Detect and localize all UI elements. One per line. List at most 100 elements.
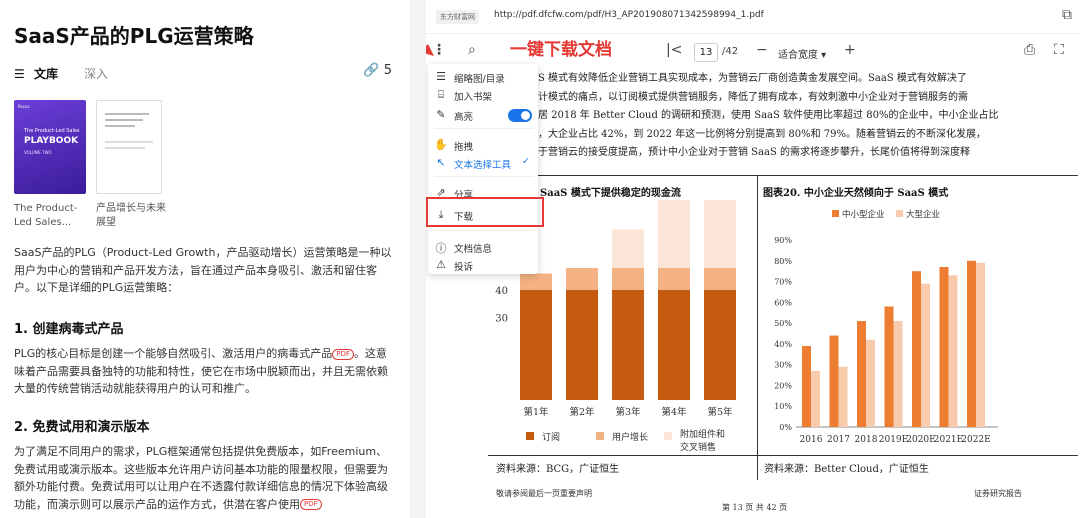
legend-swatch: [832, 210, 839, 217]
first-page-icon[interactable]: |<: [666, 42, 682, 58]
y-tick-label: 10%: [774, 402, 792, 411]
link-count[interactable]: 🔗 5: [363, 63, 392, 78]
page-total: /42: [722, 46, 739, 57]
list-icon: ☰: [436, 70, 446, 83]
doc-thumbnail-2[interactable]: [96, 100, 162, 194]
panel-divider: [410, 0, 426, 518]
bar: [921, 283, 930, 427]
menu-item-drag[interactable]: ✋ 拖拽: [432, 136, 536, 154]
x-tick-label: 2018: [855, 435, 878, 445]
link-icon: 🔗: [363, 63, 380, 78]
bar-segment: [658, 268, 690, 290]
y-tick-label: 90%: [774, 236, 792, 245]
bar-segment: [612, 229, 644, 268]
x-tick-label: 第5年: [707, 406, 733, 418]
legend-label: 附加组件和: [680, 428, 725, 440]
bar-segment: [658, 290, 690, 400]
y-tick-label: 20%: [774, 381, 792, 390]
bar-segment: [520, 273, 552, 290]
bar-segment: [658, 200, 690, 268]
thumbnail-caption-1[interactable]: The Product-Led Sales...: [14, 202, 86, 230]
bar-segment: [566, 268, 598, 290]
menu-item-report[interactable]: ⚠ 投诉: [432, 256, 536, 274]
menu-item-bookshelf[interactable]: ⌸ 加入书架: [432, 86, 536, 104]
doc-thumbnail-1[interactable]: Pocus The Product-Led Sales PLAYBOOK VOL…: [14, 100, 86, 194]
warning-icon: ⚠: [436, 258, 446, 271]
legend-label: 订阅: [542, 432, 560, 443]
x-tick-label: 2017: [827, 435, 850, 445]
bar: [811, 370, 820, 427]
menu-item-thumbnails[interactable]: ☰ 缩略图/目录: [432, 68, 536, 86]
article-meta: ☰ 文库 深入 🔗 5: [14, 63, 394, 85]
bar: [976, 262, 985, 427]
legend-swatch: [526, 432, 534, 440]
y-tick-label: 40%: [774, 340, 792, 349]
zoom-select[interactable]: 适合宽度 ▾: [778, 46, 826, 61]
highlight-toggle[interactable]: [508, 109, 532, 122]
menu-item-highlight[interactable]: ✎ 高亮: [432, 106, 536, 124]
x-tick-label: 2021E: [934, 435, 963, 445]
check-icon: ✓: [522, 156, 530, 167]
y-tick-label: 30: [495, 314, 508, 325]
bar: [912, 271, 921, 427]
y-tick-label: 80%: [774, 257, 792, 266]
x-tick-label: 2019E: [879, 435, 908, 445]
bar-segment: [520, 290, 552, 400]
pdf-badge[interactable]: PDF: [300, 499, 322, 510]
y-tick-label: 30%: [774, 361, 792, 370]
bar-segment: [566, 290, 598, 400]
bar-segment: [612, 268, 644, 290]
bar: [838, 366, 848, 427]
bar: [857, 321, 866, 427]
zoom-out-icon[interactable]: −: [756, 42, 768, 58]
page-number-input[interactable]: 13: [694, 43, 718, 62]
legend-swatch: [596, 432, 604, 440]
chart-title-right: 图表20. 中小企业天然倾向于 SaaS 模式: [763, 188, 949, 199]
paragraph-1: PLG的核心目标是创建一个能够自然吸引、激活用户的病毒式产品 PDF 。这意味着产品…: [14, 347, 388, 395]
hand-icon: ✋: [434, 138, 448, 151]
footer-center: 第 13 页 共 42 页: [722, 503, 788, 512]
pdf-body-text: S 模式有效降低企业营销工具实现成本，为营销云厂商创造黄金发展空间。SaaS 模…: [538, 73, 999, 158]
intro-paragraph: SaaS产品的PLG（Product-Led Growth，产品驱动增长）运营策…: [14, 246, 392, 294]
bar: [802, 345, 811, 427]
footer-right: 证券研究报告: [974, 489, 1022, 498]
bookshelf-icon: ⌸: [437, 88, 445, 101]
zoom-in-icon[interactable]: +: [844, 42, 856, 58]
deep-tab[interactable]: 深入: [84, 65, 108, 82]
article-title: SaaS产品的PLG运营策略: [14, 24, 254, 48]
x-tick-label: 2020E: [906, 435, 935, 445]
article-panel: SaaS产品的PLG运营策略 ☰ 文库 深入 🔗 5 Pocus The Prod…: [0, 0, 410, 518]
pdf-badge[interactable]: PDF: [332, 348, 354, 360]
x-tick-label: 2022E: [961, 435, 990, 445]
bar: [893, 321, 903, 427]
y-tick-label: 70%: [774, 278, 792, 287]
bar-segment: [704, 200, 736, 268]
legend-swatch: [664, 432, 672, 440]
list-icon: ☰: [14, 67, 25, 81]
bar: [866, 339, 875, 427]
library-tab[interactable]: ☰ 文库: [14, 65, 58, 82]
thumbnail-caption-2[interactable]: 产品增长与未来展望: [96, 202, 168, 230]
fullscreen-icon[interactable]: ⛶: [1054, 42, 1064, 58]
legend-label: 用户增长: [612, 431, 648, 443]
bar: [948, 275, 958, 427]
bar: [884, 306, 894, 427]
paragraph-2: 为了满足不同用户的需求，PLG框架通常包括提供免费版本，如Freemium、免费…: [14, 445, 388, 511]
x-tick-label: 第3年: [615, 406, 641, 418]
bar: [829, 335, 839, 427]
highlight-icon: ✎: [436, 108, 446, 121]
chart-title-left: SaaS 模式下提供稳定的现金流: [540, 188, 681, 199]
footer-left: 敬请参阅最后一页重要声明: [496, 489, 592, 498]
x-tick-label: 2016: [800, 435, 823, 445]
viewer-menu: ☰ 缩略图/目录 ⌸ 加入书架 ✎ 高亮 ✋ 拖拽 ↖ 文本选择工具 ✓ ⇗ 分享 ⤓ 下载 ⓘ…: [428, 64, 538, 274]
menu-item-text-select[interactable]: ↖ 文本选择工具 ✓: [432, 154, 536, 172]
print-icon[interactable]: ⎙: [1024, 42, 1035, 58]
y-tick-label: 60%: [774, 298, 792, 307]
menu-item-doc-info[interactable]: ⓘ 文档信息: [432, 238, 536, 256]
open-external-icon[interactable]: ⧉: [1062, 7, 1072, 23]
bar: [967, 260, 976, 427]
y-tick-label: 40: [495, 286, 508, 297]
info-icon: ⓘ: [435, 242, 447, 255]
section-heading-2: 2. 免费试用和演示版本: [14, 420, 150, 435]
bar-segment: [704, 268, 736, 290]
